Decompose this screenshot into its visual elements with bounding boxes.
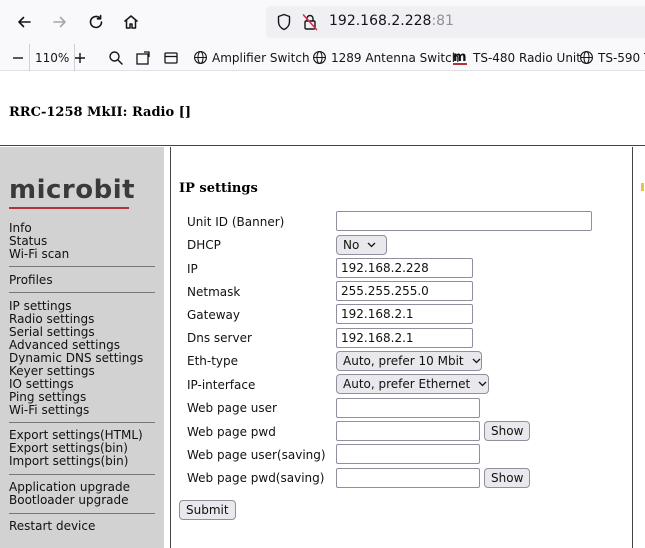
dhcp-select-value: No [343,238,360,252]
zoom-in-button[interactable] [73,44,91,71]
menu-divider [9,474,155,475]
gateway-input[interactable]: 192.168.2.1 [336,304,473,324]
menu-item-restart-device[interactable]: Restart device [9,520,95,533]
browser-nav-bar: 192.168.2.228:81 [0,0,645,44]
bookmark-label: TS-480 Radio Unit [473,50,581,65]
dns-server-input[interactable]: 192.168.2.1 [336,328,473,348]
page-title: RRC-1258 MkII: Radio [] [9,105,191,120]
ip-input[interactable]: 192.168.2.228 [336,258,473,278]
menu-item-wifi-scan[interactable]: Wi-Fi scan [9,248,69,261]
unit-id-input[interactable] [336,211,592,231]
web-page-user-label: Web page user [187,401,277,415]
bookmark-ts590[interactable]: TS-590 Tw [579,44,645,71]
menu-divider [9,266,155,267]
search-icon[interactable] [108,44,128,71]
logo-underline [9,207,129,209]
globe-icon [194,51,207,64]
chevron-down-icon [367,242,376,248]
insecure-lock-icon[interactable] [302,13,318,34]
url-port: :81 [431,13,454,29]
menu-item-wifi-settings[interactable]: Wi-Fi settings [9,404,89,417]
forward-arrow-icon[interactable] [47,9,73,35]
url-host: 192.168.2.228 [329,13,432,29]
globe-icon [313,51,326,64]
netmask-input[interactable]: 255.255.255.0 [336,281,473,301]
bookmark-label: 1289 Antenna Switch [331,50,460,65]
show-pwd-button[interactable]: Show [484,421,531,441]
chevron-down-icon [478,381,487,387]
dhcp-select[interactable]: No [336,235,387,255]
web-page-pwd-input[interactable] [336,421,480,441]
gateway-label: Gateway [187,308,241,322]
url-text[interactable]: 192.168.2.228:81 [329,13,454,29]
chevron-down-icon [472,358,481,364]
sidebar-toggle-icon[interactable] [163,44,183,71]
show-pwd-saving-button[interactable]: Show [484,468,531,488]
home-icon[interactable] [118,9,144,35]
header-divider [0,145,645,146]
screenshot-icon[interactable] [135,44,155,71]
web-page-pwd-saving-input[interactable] [336,468,480,488]
bookmark-ts480-radio-unit[interactable]: m TS-480 Radio Unit [452,44,581,71]
bookmark-label: TS-590 Tw [598,50,645,65]
menu-item-profiles[interactable]: Profiles [9,274,53,287]
menu-item-bootloader-upgrade[interactable]: Bootloader upgrade [9,494,129,507]
web-page-user-saving-label: Web page user(saving) [187,448,326,462]
menu-item-import-bin[interactable]: Import settings(bin) [9,455,128,468]
menu-divider [9,422,155,423]
zoom-level-label: 110% [35,50,70,65]
bookmark-label: Amplifier Switch [212,50,310,65]
zoom-level[interactable]: 110% [29,44,76,71]
ip-interface-select-value: Auto, prefer Ethernet [343,377,471,391]
ip-label: IP [187,262,198,276]
bookmark-1289-antenna-switch[interactable]: 1289 Antenna Switch [312,44,459,71]
web-page-pwd-label: Web page pwd [187,425,276,439]
microbit-logo: microbit [9,175,136,205]
eth-type-select[interactable]: Auto, prefer 10 Mbit [336,351,482,371]
globe-icon [580,51,593,64]
netmask-label: Netmask [187,285,241,299]
ip-interface-label: IP-interface [187,378,256,392]
dhcp-label: DHCP [187,238,221,252]
zoom-out-button[interactable] [11,44,29,71]
eth-type-select-value: Auto, prefer 10 Mbit [343,354,464,368]
back-arrow-icon[interactable] [11,9,37,35]
m-logo-icon: m [453,50,467,65]
eth-type-label: Eth-type [187,354,239,368]
right-panel-edge [641,183,644,191]
menu-divider [9,513,155,514]
address-bar[interactable]: 192.168.2.228:81 [266,6,645,38]
dns-server-label: Dns server [187,331,252,345]
reload-icon[interactable] [83,9,109,35]
web-page-pwd-saving-label: Web page pwd(saving) [187,471,325,485]
web-page-user-input[interactable] [336,398,480,418]
web-page-user-saving-input[interactable] [336,444,480,464]
bookmarks-bar: 110% Amplifier Switch 1289 Antenna Switc… [0,44,645,71]
menu-divider [9,292,155,293]
section-title: IP settings [179,181,258,196]
svg-text:m: m [453,50,467,65]
submit-button[interactable]: Submit [179,500,236,520]
bookmark-amplifier-switch[interactable]: Amplifier Switch [193,44,310,71]
unit-id-label: Unit ID (Banner) [187,215,285,229]
shield-icon[interactable] [276,13,292,34]
ip-interface-select[interactable]: Auto, prefer Ethernet [336,374,489,394]
